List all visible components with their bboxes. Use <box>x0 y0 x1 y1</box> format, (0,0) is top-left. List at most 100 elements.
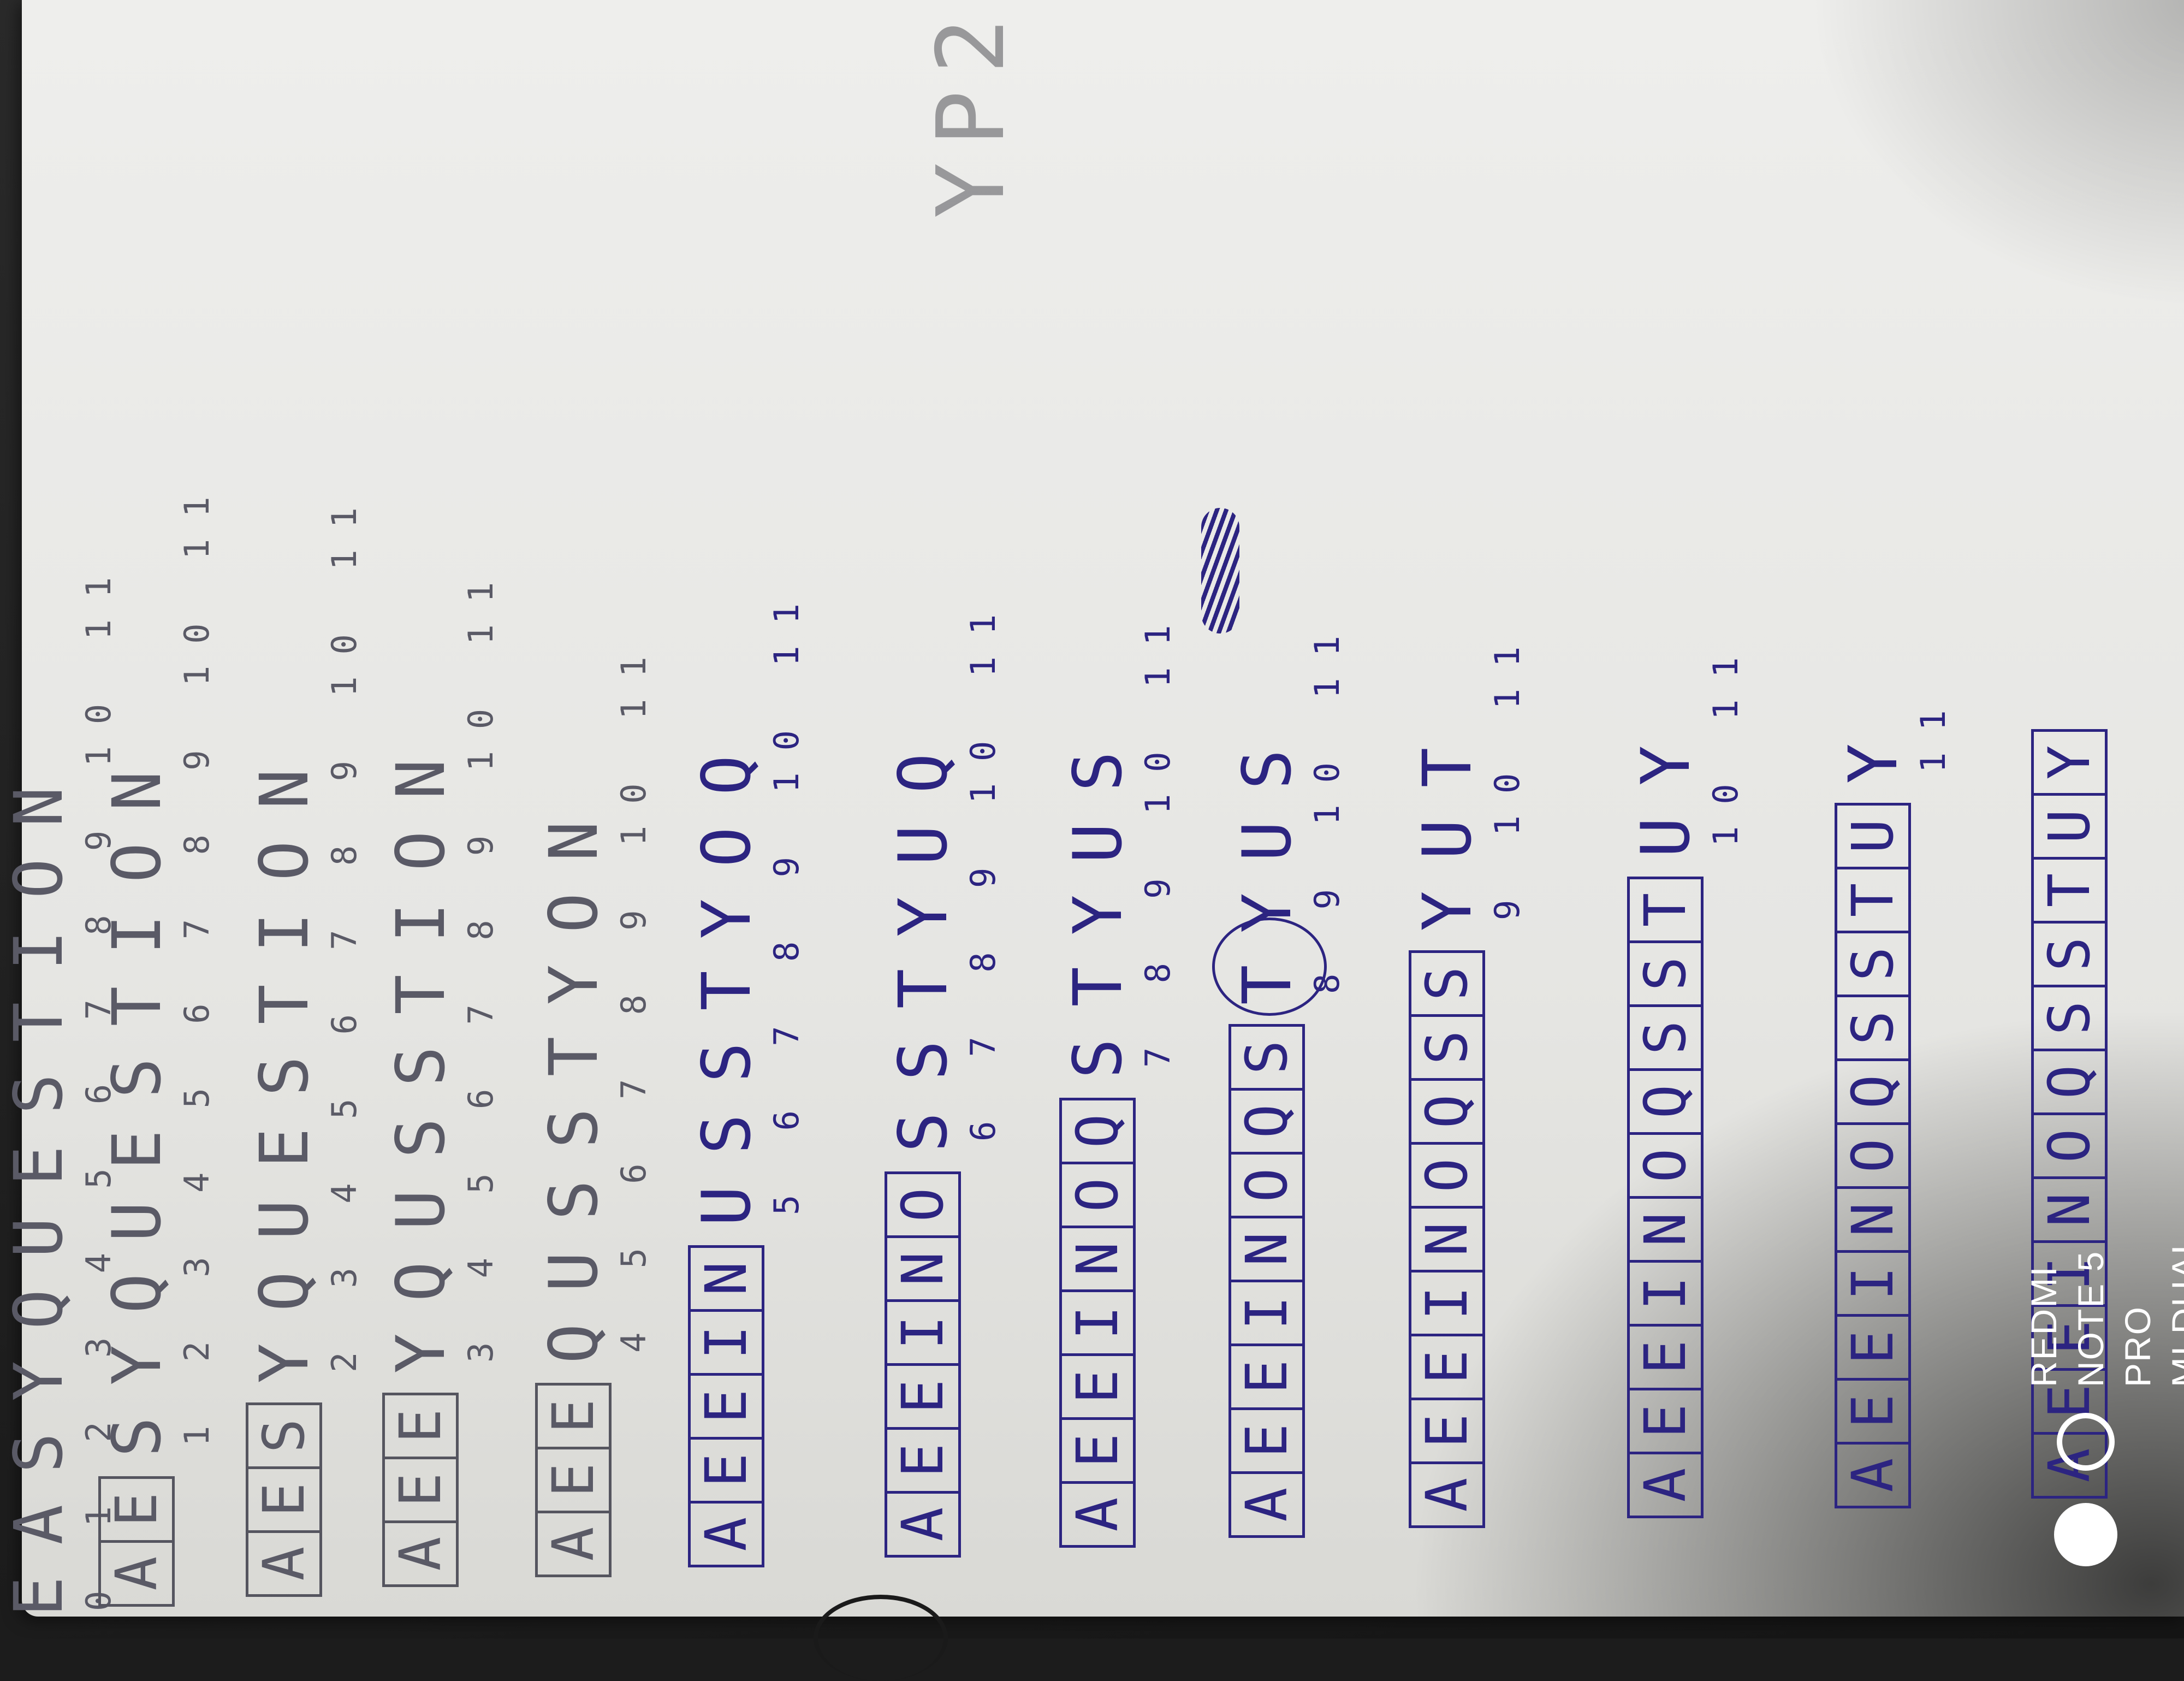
letter-cell: S <box>246 1402 322 1469</box>
circled-letter-mark <box>1212 918 1327 1016</box>
letter-cell: T <box>1835 867 1911 933</box>
letter-cell: I <box>1409 1270 1485 1336</box>
letter-cell: A <box>1228 1471 1305 1538</box>
index-numbers: 2 3 4 5 6 7 8 9 10 11 <box>324 486 364 1372</box>
camera-watermark-icon <box>2054 1413 2117 1566</box>
letter-cell: O <box>1409 1142 1485 1209</box>
index-numbers: 1 2 3 4 5 6 7 8 9 10 11 <box>177 475 217 1446</box>
note-letters: YQUESTION <box>246 737 323 1383</box>
letter-cell: S <box>1627 1004 1704 1071</box>
note-letters: Y <box>1835 712 1912 784</box>
letter-cell: N <box>1627 1196 1704 1263</box>
letter-cell: N <box>1059 1226 1136 1292</box>
letter-cell: N <box>1228 1216 1305 1282</box>
letter-cell: S <box>1627 940 1704 1007</box>
letter-cell: E <box>1409 1398 1485 1464</box>
letter-cell: E <box>1059 1417 1136 1484</box>
letter-cell: O <box>1059 1162 1136 1228</box>
letter-cell: Q <box>2031 1049 2108 1115</box>
letter-cell: A <box>1835 1442 1911 1508</box>
index-numbers: 6 7 8 9 10 11 <box>963 592 1003 1141</box>
note-letters: UY <box>1627 714 1705 857</box>
sorted-cells: AEEINOQ <box>1059 1098 1136 1548</box>
letter-cell: A <box>535 1511 612 1577</box>
letter-cell: E <box>98 1476 175 1543</box>
index-numbers: 3 4 5 6 7 8 9 10 11 <box>461 560 501 1363</box>
letter-cell: Q <box>1835 1058 1911 1125</box>
letter-cell: U <box>2031 793 2108 860</box>
note-letters: SYQUESTION <box>98 739 176 1457</box>
letter-cell: U <box>1835 803 1911 869</box>
letter-cell: A <box>98 1540 175 1607</box>
letter-cell: S <box>1835 995 1911 1061</box>
letter-cell: E <box>382 1393 459 1459</box>
sorted-cells: AEE <box>535 1383 612 1577</box>
letter-cell: E <box>382 1457 459 1523</box>
index-numbers: 9 10 11 <box>1487 624 1527 920</box>
letter-cell: O <box>1228 1152 1305 1218</box>
index-numbers: 11 <box>1913 688 1953 773</box>
letter-cell: S <box>1228 1024 1305 1091</box>
sorted-cells: AEEINOQSS <box>1409 950 1485 1528</box>
letter-cell: Y <box>2031 729 2108 796</box>
letter-cell: Q <box>1059 1098 1136 1164</box>
letter-cell: E <box>1228 1343 1305 1410</box>
letter-cell: E <box>1627 1324 1704 1390</box>
index-numbers: 10 11 <box>1706 635 1746 847</box>
letter-cell: N <box>1409 1206 1485 1272</box>
letter-cell: I <box>1228 1280 1305 1346</box>
sorted-cells: AEEINOQS <box>1228 1024 1305 1538</box>
letter-cell: S <box>1409 950 1485 1017</box>
letter-cell: I <box>885 1299 961 1366</box>
watermark-model: REDMI NOTE 5 PRO <box>2023 1250 2158 1387</box>
letter-cell: E <box>885 1427 961 1494</box>
letter-cell: E <box>1835 1378 1911 1445</box>
sorted-cells: AEEINO <box>885 1171 961 1558</box>
note-letters: USSTYOQ <box>688 723 765 1226</box>
letter-cell: N <box>1835 1186 1911 1253</box>
letter-cell: T <box>2031 857 2108 924</box>
letter-cell: I <box>1835 1250 1911 1317</box>
sorted-cells: AES <box>246 1402 322 1597</box>
note-letters: YQUSSTION <box>382 727 460 1374</box>
letter-cell: N <box>885 1235 961 1302</box>
letter-cell: N <box>688 1245 764 1312</box>
corner-pen-mark <box>814 1595 948 1681</box>
handwritten-notes: EASYQUESTION 0 1 2 3 4 5 6 7 8 9 10 11 A E S… <box>0 0 2184 1638</box>
letter-cell: O <box>885 1171 961 1238</box>
letter-cell: A <box>1409 1461 1485 1528</box>
note-letters: YUT <box>1409 715 1486 931</box>
letter-cell: E <box>535 1383 612 1449</box>
letter-cell: Q <box>1627 1068 1704 1135</box>
letter-cell: E <box>1409 1334 1485 1400</box>
index-numbers: 7 8 9 10 11 <box>1138 603 1178 1068</box>
letter-cell: E <box>1228 1407 1305 1474</box>
letter-cell: E <box>246 1466 322 1533</box>
index-numbers: 4 5 6 7 8 9 10 11 <box>614 635 654 1353</box>
letter-cell: A <box>688 1501 764 1567</box>
sorted-cells: AEEINOQSST <box>1627 877 1704 1518</box>
camera-watermark: REDMI NOTE 5 PRO MI DUAL CAMERA <box>2020 1223 2184 1387</box>
index-numbers: 5 6 7 8 9 10 11 <box>767 582 806 1215</box>
letter-cell: S <box>1835 931 1911 997</box>
letter-cell: Q <box>1409 1078 1485 1145</box>
letter-cell: A <box>885 1491 961 1558</box>
letter-cell: E <box>688 1437 764 1504</box>
letter-cell: Q <box>1228 1088 1305 1155</box>
letter-cell: I <box>1059 1289 1136 1356</box>
letter-cell: E <box>1627 1388 1704 1454</box>
letter-cell: I <box>688 1309 764 1376</box>
letter-cell: E <box>1059 1353 1136 1420</box>
letter-cell: E <box>535 1447 612 1513</box>
letter-cell: I <box>1627 1260 1704 1327</box>
sorted-cells: AEEIN <box>688 1245 764 1567</box>
note-letters: EASYQUESTION <box>0 755 78 1617</box>
letter-cell: A <box>382 1520 459 1587</box>
sorted-cells: AEE <box>382 1393 459 1587</box>
letter-cell: O <box>1627 1132 1704 1199</box>
watermark-camera: MI DUAL CAMERA <box>2164 1234 2184 1387</box>
letter-cell: E <box>885 1363 961 1430</box>
note-letters: QUSSTYON <box>535 789 613 1364</box>
letter-cell: S <box>2031 921 2108 987</box>
letter-cell: T <box>1627 877 1704 943</box>
